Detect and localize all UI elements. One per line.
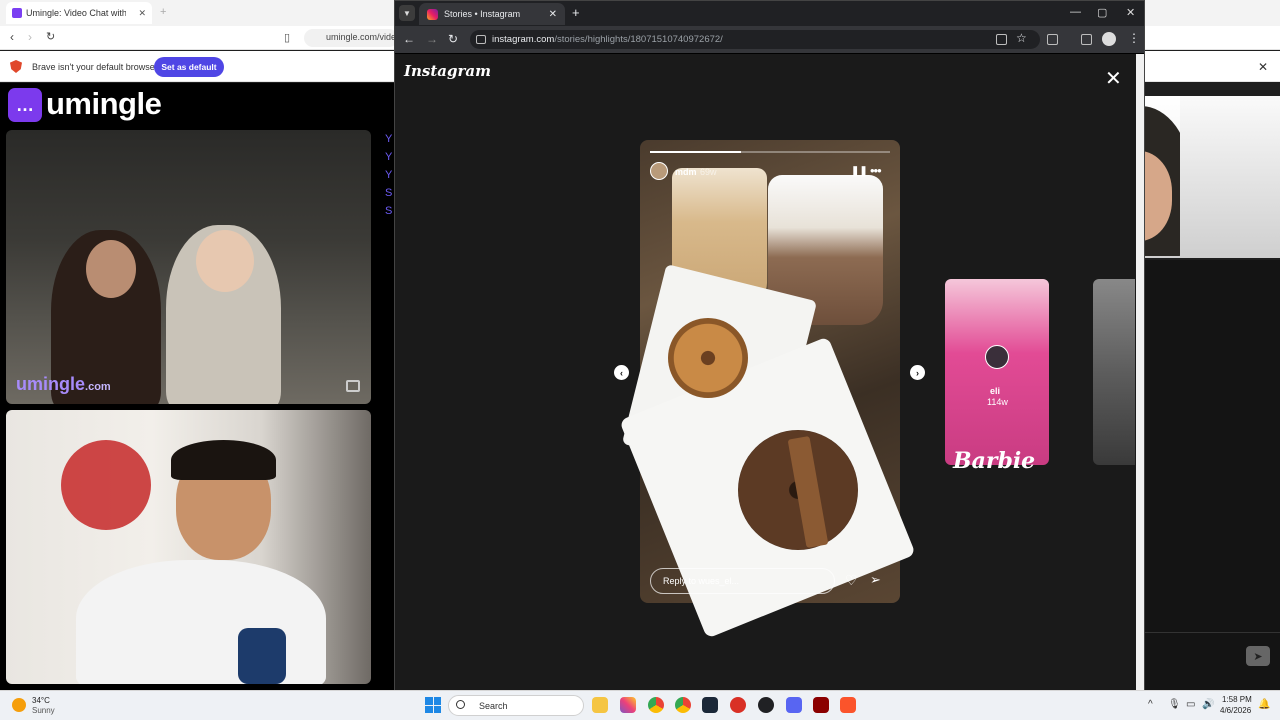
- bg-tab-title: Umingle: Video Chat with Str: [26, 8, 126, 18]
- background: [1180, 96, 1280, 258]
- umingle-logo-text: umingle: [46, 86, 162, 121]
- taskbar-search-box[interactable]: Search: [448, 695, 584, 716]
- forward-icon[interactable]: ›: [28, 30, 32, 44]
- weather-description[interactable]: Sunny: [32, 706, 55, 715]
- chat-panel: [1145, 260, 1280, 690]
- share-send-icon[interactable]: ➢: [870, 572, 881, 588]
- umingle-favicon-icon: [12, 8, 22, 18]
- infobar-message: Brave isn't your default browser: [32, 62, 158, 72]
- chrome-menu-icon[interactable]: ⋮: [1128, 31, 1140, 45]
- new-tab-icon[interactable]: +: [572, 5, 580, 20]
- volume-icon[interactable]: 🔊: [1202, 699, 1214, 710]
- watermark-main: umingle: [16, 374, 86, 394]
- face: [86, 240, 136, 298]
- microphone-icon[interactable]: 🎙: [1168, 699, 1181, 710]
- chat-input-divider: [1145, 632, 1280, 633]
- close-stories-icon[interactable]: ✕: [1105, 66, 1122, 91]
- reload-icon[interactable]: ↻: [448, 32, 458, 46]
- discord-icon[interactable]: [786, 697, 802, 713]
- story-username[interactable]: mdm: [675, 167, 697, 177]
- umingle-logo-icon: …: [8, 88, 42, 122]
- reply-input[interactable]: Reply to wues_el...: [650, 568, 835, 594]
- next-story-preview-2[interactable]: [1093, 279, 1135, 465]
- page-scrollbar[interactable]: [1136, 54, 1144, 690]
- story-progress-fill: [650, 151, 742, 153]
- back-icon[interactable]: ‹: [10, 30, 14, 44]
- copilot-icon[interactable]: [620, 697, 636, 713]
- self-video: [6, 410, 371, 684]
- search-icon: [456, 700, 465, 709]
- barbie-logo-text: Barbie: [953, 448, 1036, 474]
- clock-time[interactable]: 1:58 PM: [1222, 695, 1252, 704]
- next-story-timestamp: 114w: [987, 397, 1008, 407]
- forward-icon[interactable]: →: [426, 32, 438, 46]
- previous-story-icon[interactable]: ‹: [614, 365, 629, 380]
- windows-taskbar: [0, 690, 1280, 720]
- next-story-avatar: [985, 345, 1009, 369]
- instagram-logo[interactable]: Instagram: [404, 62, 491, 80]
- minimize-icon[interactable]: —: [1070, 6, 1081, 18]
- bookmark-icon[interactable]: ▯: [284, 31, 290, 44]
- person-shirt: [76, 560, 326, 684]
- app-icon[interactable]: [730, 697, 746, 713]
- extensions-icon[interactable]: [1047, 34, 1058, 45]
- reload-icon[interactable]: ↻: [46, 30, 55, 43]
- profile-avatar-icon[interactable]: [1102, 32, 1116, 46]
- like-heart-icon[interactable]: ♡: [845, 572, 858, 589]
- address-url[interactable]: instagram.com/stories/highlights/1807151…: [492, 34, 723, 45]
- brave-icon[interactable]: [840, 697, 856, 713]
- media-icon[interactable]: [1081, 34, 1092, 45]
- watermark-tld: .com: [85, 381, 111, 393]
- tab-instagram[interactable]: Stories • Instagram ✕: [419, 3, 565, 25]
- instagram-favicon-icon: [427, 8, 438, 20]
- send-icon[interactable]: ➤: [1246, 646, 1270, 666]
- weather-temperature[interactable]: 34°C: [32, 696, 50, 705]
- maximize-icon[interactable]: ▢: [1097, 6, 1107, 19]
- chrome-profile-icon[interactable]: [675, 697, 691, 713]
- new-tab-icon[interactable]: +: [160, 6, 166, 18]
- tab-search-icon[interactable]: ▼: [399, 5, 415, 21]
- hair: [171, 440, 276, 480]
- chrome-taskbar-icon[interactable]: [648, 697, 664, 713]
- site-info-icon[interactable]: [476, 35, 486, 44]
- close-tab-icon[interactable]: ✕: [549, 9, 557, 20]
- close-window-icon[interactable]: ✕: [1126, 6, 1135, 19]
- pause-icon[interactable]: ❚❚: [851, 166, 868, 177]
- notifications-icon[interactable]: 🔔: [1258, 699, 1270, 710]
- stranger-video: [6, 130, 371, 404]
- caramel-donut: [668, 318, 748, 398]
- clock-date[interactable]: 4/6/2026: [1220, 706, 1251, 715]
- close-tab-icon[interactable]: ✕: [138, 8, 146, 19]
- umingle-watermark: umingle.com: [16, 374, 111, 395]
- poster-art: [61, 440, 151, 530]
- report-flag-icon[interactable]: [346, 380, 360, 392]
- smart-speaker: [238, 628, 286, 684]
- url-host: instagram.com: [492, 34, 555, 45]
- url-path: /stories/highlights/18071510740972672/: [554, 34, 723, 45]
- windows-start-icon[interactable]: [425, 697, 441, 713]
- next-story-preview[interactable]: [945, 279, 1049, 465]
- set-as-default-button[interactable]: Set as default: [154, 57, 224, 77]
- tray-chevron-icon[interactable]: ^: [1148, 699, 1153, 710]
- story-avatar[interactable]: [650, 162, 668, 180]
- next-story-icon[interactable]: ›: [910, 365, 925, 380]
- infobar-close-icon[interactable]: ✕: [1258, 60, 1268, 74]
- network-icon[interactable]: ▭: [1186, 699, 1195, 710]
- file-explorer-icon[interactable]: [592, 697, 608, 713]
- more-options-icon[interactable]: •••: [870, 163, 882, 178]
- next-story-username: eli: [990, 386, 1001, 396]
- sun-weather-icon[interactable]: [12, 698, 26, 712]
- bg-tab-umingle[interactable]: Umingle: Video Chat with Str ✕: [6, 2, 152, 24]
- app-icon[interactable]: [758, 697, 774, 713]
- back-icon[interactable]: ←: [403, 32, 415, 46]
- story-timestamp: 69w: [700, 167, 717, 177]
- cast-icon[interactable]: [996, 34, 1007, 45]
- dota-icon[interactable]: [813, 697, 829, 713]
- chrome-tab-title: Stories • Instagram: [444, 9, 521, 19]
- bg-address-bar[interactable]: umingle.com/vide: [304, 29, 398, 47]
- bookmark-star-icon[interactable]: ☆: [1016, 31, 1027, 45]
- face: [196, 230, 254, 292]
- steam-icon[interactable]: [702, 697, 718, 713]
